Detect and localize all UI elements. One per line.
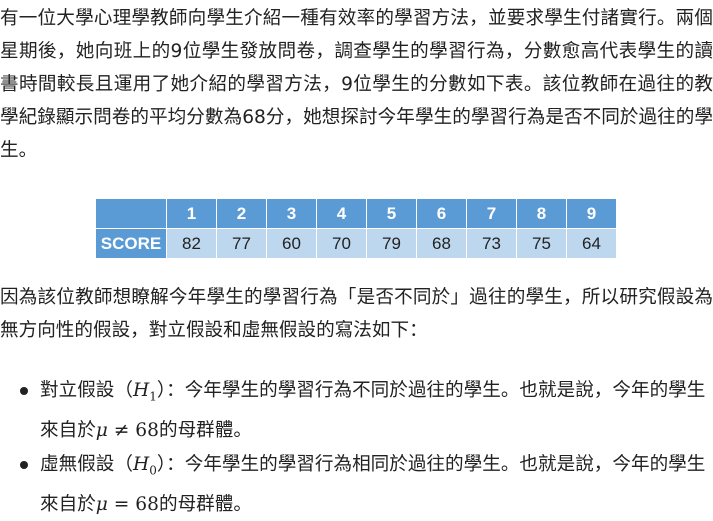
row-label: SCORE xyxy=(95,228,167,259)
value: 68 xyxy=(135,420,159,442)
score-cell: 73 xyxy=(466,228,517,259)
symbol-letter: H xyxy=(132,380,150,401)
header-cell: 2 xyxy=(216,199,267,229)
paren-close: ） xyxy=(156,453,167,475)
mu-symbol: μ xyxy=(95,420,108,442)
hypothesis-intro-paragraph: 因為該位教師想瞭解今年學生的學習行為「是否不同於」過往的學生，所以研究假設為無方… xyxy=(0,287,713,341)
intro-paragraph: 有一位大學心理學教師向學生介紹一種有效率的學習方法，並要求學生付諸實行。兩個星期… xyxy=(0,8,713,161)
table-row: SCORE 82 77 60 70 79 68 73 75 64 xyxy=(95,228,617,259)
header-cell: 9 xyxy=(566,199,617,229)
hypothesis-tail: 的母群體。 xyxy=(158,420,252,442)
hypothesis-symbol: H0 xyxy=(132,453,157,478)
math-expression: μ = 68 xyxy=(96,494,159,515)
header-cell: 3 xyxy=(266,199,317,229)
operator: ≠ xyxy=(107,420,136,442)
mu-symbol: μ xyxy=(95,493,108,515)
header-cell: 5 xyxy=(366,199,417,229)
header-cell: 1 xyxy=(166,199,217,229)
paren-close: ） xyxy=(156,380,167,401)
score-cell: 60 xyxy=(266,228,317,259)
score-cell: 68 xyxy=(416,228,467,259)
header-cell: 6 xyxy=(416,199,467,229)
hypothesis-list: 對立假設（H1）：今年學生的學習行為不同於過往的學生。也就是說，今年的學生來自於… xyxy=(0,374,713,521)
hypothesis-name: 對立假設（ xyxy=(40,380,133,401)
header-cell: 4 xyxy=(316,199,367,229)
header-cell xyxy=(95,199,167,229)
symbol-subscript: 0 xyxy=(149,463,157,478)
score-cell: 77 xyxy=(216,228,267,259)
score-table: 1 2 3 4 5 6 7 8 9 SCORE 82 77 60 70 79 6… xyxy=(95,199,617,259)
alternative-hypothesis-item: 對立假設（H1）：今年學生的學習行為不同於過往的學生。也就是說，今年的學生來自於… xyxy=(20,374,713,448)
null-hypothesis-item: 虛無假設（H0）：今年學生的學習行為相同於過往的學生。也就是說，今年的學生來自於… xyxy=(20,448,713,521)
symbol-letter: H xyxy=(132,453,150,475)
score-cell: 75 xyxy=(516,228,567,259)
header-cell: 8 xyxy=(516,199,567,229)
score-cell: 79 xyxy=(366,228,417,259)
score-cell: 82 xyxy=(166,228,217,259)
hypothesis-name: 虛無假設（ xyxy=(40,453,133,475)
table-header-row: 1 2 3 4 5 6 7 8 9 xyxy=(95,199,617,229)
value: 68 xyxy=(135,493,159,515)
hypothesis-tail: 的母群體。 xyxy=(158,493,252,515)
math-expression: μ ≠ 68 xyxy=(96,420,159,441)
symbol-subscript: 1 xyxy=(149,389,157,404)
hypothesis-symbol: H1 xyxy=(132,380,157,404)
score-cell: 70 xyxy=(316,228,367,259)
header-cell: 7 xyxy=(466,199,517,229)
score-cell: 64 xyxy=(566,228,617,259)
operator: = xyxy=(107,493,136,515)
